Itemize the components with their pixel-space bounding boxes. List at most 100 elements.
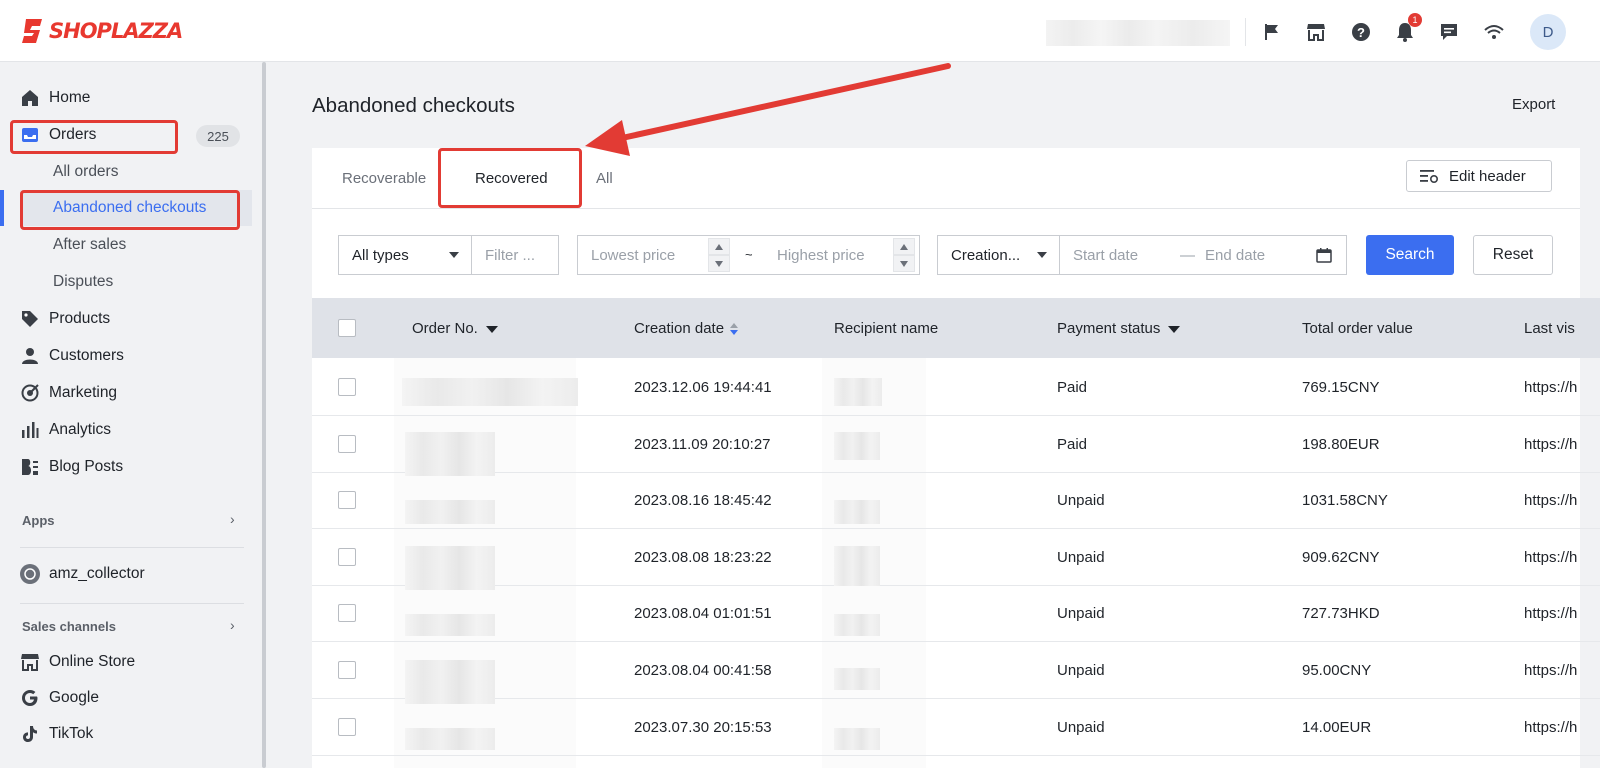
- brand-name: SHOPLAZZA: [49, 19, 183, 43]
- row-checkbox[interactable]: [338, 604, 356, 622]
- last-visit-cell[interactable]: https://h: [1524, 436, 1577, 453]
- store-switcher[interactable]: [1046, 20, 1230, 46]
- order-number-redacted[interactable]: [405, 500, 495, 524]
- caret-down-icon: [449, 252, 459, 258]
- sort-icon[interactable]: [730, 323, 739, 336]
- creation-date-cell: 2023.12.06 19:44:41: [634, 379, 772, 396]
- row-checkbox[interactable]: [338, 661, 356, 679]
- sidebar-item-home[interactable]: Home: [0, 80, 252, 116]
- divider: [20, 603, 244, 604]
- sidebar-item-analytics[interactable]: Analytics: [0, 412, 252, 448]
- payment-status-cell: Unpaid: [1057, 549, 1105, 566]
- select-all-checkbox[interactable]: [338, 319, 356, 337]
- svg-text:?: ?: [1357, 25, 1365, 40]
- chevron-right-icon[interactable]: ›: [230, 511, 235, 527]
- shoplazza-logo[interactable]: SHOPLAZZA: [20, 16, 183, 46]
- sidebar-item-tiktok[interactable]: TikTok: [0, 716, 252, 752]
- sidebar-subitem-after-sales[interactable]: After sales: [53, 227, 126, 263]
- sidebar-item-label: Marketing: [49, 384, 118, 401]
- tab-recoverable[interactable]: Recoverable: [342, 170, 426, 187]
- bar-chart-icon: [20, 420, 40, 440]
- last-visit-cell[interactable]: https://h: [1524, 379, 1577, 396]
- chevron-right-icon[interactable]: ›: [230, 617, 235, 633]
- row-checkbox[interactable]: [338, 435, 356, 453]
- settings-list-icon: [1419, 168, 1439, 184]
- caret-down-icon: [1168, 325, 1181, 333]
- order-number-redacted[interactable]: [402, 378, 578, 406]
- order-number-redacted[interactable]: [405, 432, 495, 476]
- sidebar-subitem-disputes[interactable]: Disputes: [53, 264, 113, 300]
- column-label: Payment status: [1057, 320, 1161, 337]
- recipient-redacted: [834, 728, 880, 750]
- sidebar-item-blog-posts[interactable]: Blog Posts: [0, 449, 252, 485]
- creation-date-cell: 2023.11.09 20:10:27: [634, 436, 771, 453]
- reset-button[interactable]: Reset: [1473, 235, 1553, 275]
- store-icon[interactable]: [1304, 20, 1328, 44]
- sidebar-item-amz-collector[interactable]: amz_collector: [0, 556, 252, 592]
- app-icon: [20, 564, 40, 584]
- sidebar-item-label: Blog Posts: [49, 458, 124, 475]
- wifi-icon[interactable]: [1482, 20, 1506, 44]
- date-type-value: Creation...: [951, 246, 1021, 264]
- stepper-up-icon[interactable]: [708, 238, 730, 255]
- sidebar-item-google[interactable]: Google: [0, 680, 252, 716]
- stepper-down-icon[interactable]: [893, 255, 915, 272]
- sidebar-subitem-all-orders[interactable]: All orders: [53, 154, 118, 190]
- flag-icon[interactable]: [1260, 20, 1284, 44]
- row-divider: [312, 641, 1600, 642]
- help-icon[interactable]: ?: [1349, 20, 1373, 44]
- type-select[interactable]: All types: [338, 235, 472, 275]
- stepper-up-icon[interactable]: [893, 238, 915, 255]
- active-indicator: [0, 190, 4, 226]
- stepper-down-icon[interactable]: [708, 255, 730, 272]
- chat-icon[interactable]: [1437, 20, 1461, 44]
- last-visit-cell[interactable]: https://h: [1524, 662, 1577, 679]
- end-date-input[interactable]: End date: [1205, 247, 1265, 264]
- last-visit-cell[interactable]: https://h: [1524, 549, 1577, 566]
- row-divider: [312, 698, 1600, 699]
- sidebar-item-label: TikTok: [49, 725, 94, 742]
- order-number-redacted[interactable]: [405, 614, 495, 636]
- store-icon: [20, 652, 40, 672]
- row-checkbox[interactable]: [338, 718, 356, 736]
- calendar-icon[interactable]: [1316, 247, 1332, 267]
- column-order-no[interactable]: Order No.: [412, 320, 498, 337]
- start-date-input[interactable]: Start date: [1073, 247, 1138, 264]
- sidebar-item-online-store[interactable]: Online Store: [0, 644, 252, 680]
- lowest-price-input[interactable]: Lowest price: [577, 235, 763, 275]
- tiktok-icon: [20, 724, 40, 744]
- order-number-redacted[interactable]: [405, 546, 495, 590]
- home-icon: [20, 88, 40, 108]
- column-total-order-value: Total order value: [1302, 320, 1413, 337]
- total-value-cell: 727.73HKD: [1302, 605, 1380, 622]
- date-range-picker[interactable]: Start date — End date: [1059, 235, 1347, 275]
- sidebar-item-marketing[interactable]: Marketing: [0, 375, 252, 411]
- column-creation-date[interactable]: Creation date: [634, 320, 739, 337]
- total-value-cell: 95.00CNY: [1302, 662, 1372, 679]
- order-number-redacted[interactable]: [405, 728, 495, 750]
- order-number-redacted[interactable]: [405, 660, 495, 704]
- recipient-redacted: [834, 432, 880, 460]
- last-visit-cell[interactable]: https://h: [1524, 492, 1577, 509]
- column-payment-status[interactable]: Payment status: [1057, 320, 1181, 337]
- edit-header-button[interactable]: Edit header: [1406, 160, 1552, 192]
- sidebar-item-products[interactable]: Products: [0, 301, 252, 337]
- sidebar-item-customers[interactable]: Customers: [0, 338, 252, 374]
- export-button[interactable]: Export: [1512, 96, 1555, 113]
- filter-input[interactable]: Filter ...: [471, 235, 559, 275]
- last-visit-cell[interactable]: https://h: [1524, 719, 1577, 736]
- avatar[interactable]: D: [1530, 14, 1566, 50]
- creation-date-cell: 2023.08.08 18:23:22: [634, 549, 772, 566]
- top-bar: SHOPLAZZA ? 1 D: [0, 0, 1600, 62]
- edit-header-label: Edit header: [1449, 167, 1526, 185]
- creation-date-cell: 2023.07.30 20:15:53: [634, 719, 772, 736]
- last-visit-cell[interactable]: https://h: [1524, 605, 1577, 622]
- row-checkbox[interactable]: [338, 491, 356, 509]
- search-button[interactable]: Search: [1366, 235, 1454, 275]
- row-checkbox[interactable]: [338, 378, 356, 396]
- sidebar-item-label: amz_collector: [49, 565, 145, 582]
- tab-all[interactable]: All: [596, 170, 613, 187]
- date-type-select[interactable]: Creation...: [937, 235, 1060, 275]
- row-checkbox[interactable]: [338, 548, 356, 566]
- sidebar-scrollbar[interactable]: [262, 62, 266, 768]
